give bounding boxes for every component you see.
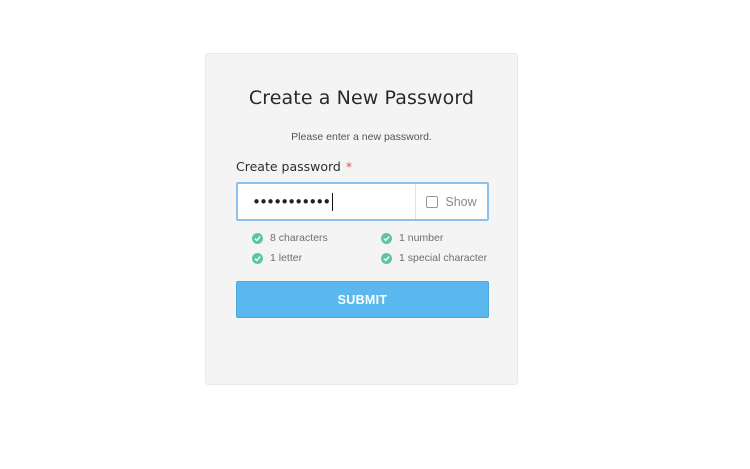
page-title: Create a New Password: [248, 87, 475, 109]
requirement-item: 1 letter: [252, 252, 302, 264]
check-circle-icon: [381, 232, 392, 244]
requirement-item: 1 number: [381, 232, 443, 244]
requirement-label: 1 special character: [399, 252, 488, 264]
check-circle-icon: [252, 252, 263, 264]
requirement-item: 1 special character: [381, 252, 487, 264]
password-field: ••••••••••• Show: [236, 182, 489, 221]
password-card: Create a New Password Please enter a new…: [205, 53, 518, 385]
password-masked-value: •••••••••••: [252, 192, 331, 211]
show-password-checkbox[interactable]: [426, 195, 439, 208]
show-password-label: Show: [445, 194, 477, 209]
check-circle-icon: [381, 252, 392, 264]
requirement-label: 1 letter: [270, 252, 303, 264]
requirement-item: 8 characters: [252, 232, 328, 244]
text-caret: [332, 192, 334, 211]
password-field-label: Create password *: [236, 159, 352, 174]
requirement-label: 8 characters: [270, 232, 328, 244]
show-password-toggle[interactable]: Show: [415, 184, 487, 219]
password-input[interactable]: •••••••••••: [238, 184, 415, 219]
submit-button[interactable]: SUBMIT: [236, 281, 489, 318]
password-label-text: Create password: [236, 159, 341, 174]
check-circle-icon: [252, 232, 263, 244]
page-subtitle: Please enter a new password.: [291, 131, 432, 143]
requirement-label: 1 number: [399, 232, 444, 244]
required-asterisk: *: [345, 159, 353, 174]
